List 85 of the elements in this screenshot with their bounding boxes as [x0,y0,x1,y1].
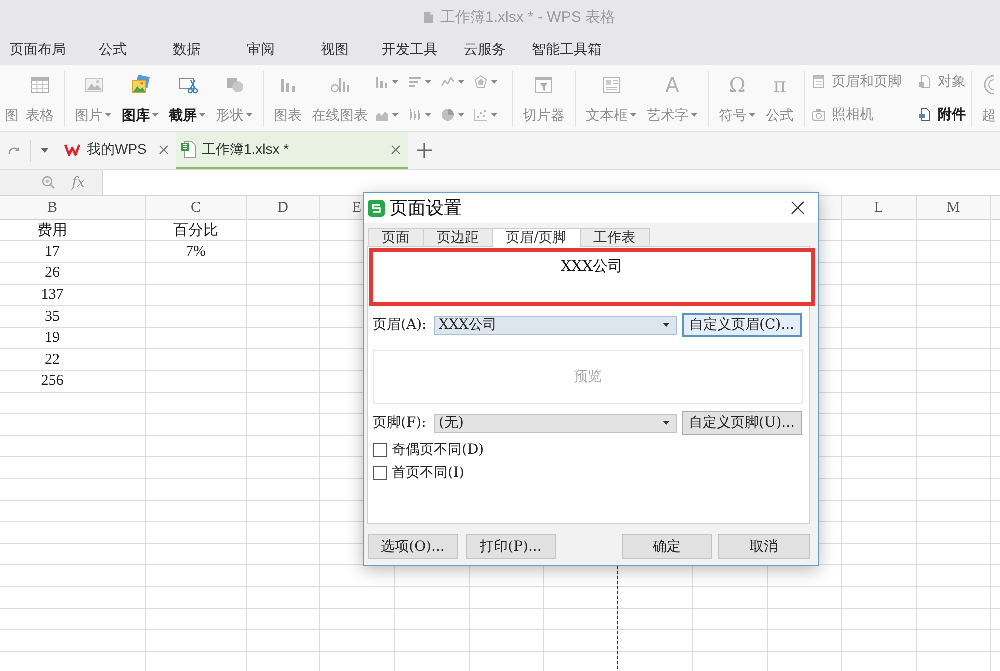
header-dropdown[interactable]: XXX公司 [434,316,677,334]
table-cell: 19 [45,330,60,348]
pi-icon: π [770,75,790,95]
custom-footer-button[interactable]: 自定义页脚(U)... [682,411,802,435]
checkbox-label: 奇偶页不同(D) [392,443,484,457]
line-chart-icon [441,75,455,89]
menu-tab[interactable]: 页面布局 [0,35,76,65]
footer-label: 页脚(F): [373,414,428,432]
formula-input[interactable] [102,170,1000,195]
dialog-button[interactable]: 确定 [622,534,712,559]
table-cell: 137 [41,287,64,304]
checkbox[interactable] [373,443,387,457]
menu-tab[interactable]: 开发工具 [372,35,448,65]
table-cell: 7% [186,244,206,261]
dialog-button[interactable]: 取消 [718,534,810,559]
attachment-icon [918,108,932,122]
document-tab[interactable]: 我的WPS [59,132,176,169]
picture-icon [84,75,104,95]
ribbon-button[interactable]: 附件 [918,107,966,123]
menu-tab[interactable]: 视图 [298,35,372,65]
ribbon-button[interactable]: 图库 [117,71,164,127]
header-preview: XXX公司 [369,248,815,306]
spreadsheet-file-icon [181,141,196,158]
dialog-tab[interactable]: 工作表 [580,228,650,246]
camera-icon [812,108,826,122]
table-cell: 26 [45,265,60,282]
table-cell: 35 [45,308,60,326]
picture-stack-icon [130,75,150,95]
footer-preview: 预览 [373,350,803,404]
screen-scissors-icon [178,75,198,95]
table-cell-text: 百分比 [174,222,218,240]
menu-tab[interactable]: 审阅 [224,35,298,65]
column-chart-icon [375,75,389,89]
shapes-icon [224,75,244,95]
header-label: 页眉(A): [373,316,428,334]
text-box-icon [602,75,622,95]
document-icon [424,12,434,24]
menu-tab[interactable]: 公式 [76,35,150,65]
caret-icon[interactable] [41,148,49,153]
slicer-icon [534,75,554,95]
table-icon [30,75,50,95]
caret-icon [663,323,670,327]
table-cell: 22 [45,352,60,369]
menu-tab[interactable]: 智能工具箱 [522,35,612,65]
object-icon [918,75,932,89]
document-icon [812,75,826,89]
column-header[interactable]: M [946,200,960,216]
custom-header-button[interactable]: 自定义页眉(C)... [682,313,802,337]
chart-ring-icon [330,75,350,95]
dialog-button[interactable]: 打印(P)... [466,534,556,559]
caret-icon [663,421,670,425]
footer-dropdown[interactable]: (无) [434,414,677,432]
dialog-tab[interactable]: 页眉/页脚 [492,228,581,247]
radar-chart-icon [474,75,488,89]
column-header[interactable]: L [874,200,884,216]
dialog-title: 页面设置 [390,197,463,220]
menu-tab[interactable]: 云服务 [448,35,522,65]
close-icon[interactable] [791,201,805,215]
column-header[interactable]: D [278,200,288,216]
column-header[interactable]: E [352,200,362,216]
stock-chart-icon [408,108,422,122]
document-tab[interactable]: 工作簿1.xlsx * [176,132,408,169]
scatter-chart-icon [474,108,488,122]
checkbox[interactable] [373,466,387,480]
column-header[interactable]: C [190,200,201,216]
letter-a-icon: A [662,75,682,95]
window-title: 工作簿1.xlsx * - WPS 表格 [440,8,616,27]
ring-icon [984,75,994,95]
pie-chart-icon [441,108,455,122]
table-cell-text: 费用 [38,222,68,240]
w-logo-icon [64,142,81,156]
dialog-button[interactable]: 选项(O)... [368,534,458,559]
dialog-tab[interactable]: 页边距 [423,228,493,246]
plus-icon[interactable] [417,143,432,158]
table-cell: 256 [41,373,64,390]
column-header[interactable]: B [47,200,58,216]
menu-tab[interactable]: 数据 [150,35,224,65]
omega-icon: Ω [728,75,748,95]
bar-chart-icon [408,75,422,89]
ribbon-button[interactable]: 截屏 [164,71,211,127]
dialog-tab[interactable]: 页面 [368,228,424,246]
checkbox-label: 首页不同(I) [392,466,464,480]
app-logo-icon [368,200,385,216]
table-cell: 17 [45,244,60,261]
magnifier-icon[interactable] [42,176,55,189]
